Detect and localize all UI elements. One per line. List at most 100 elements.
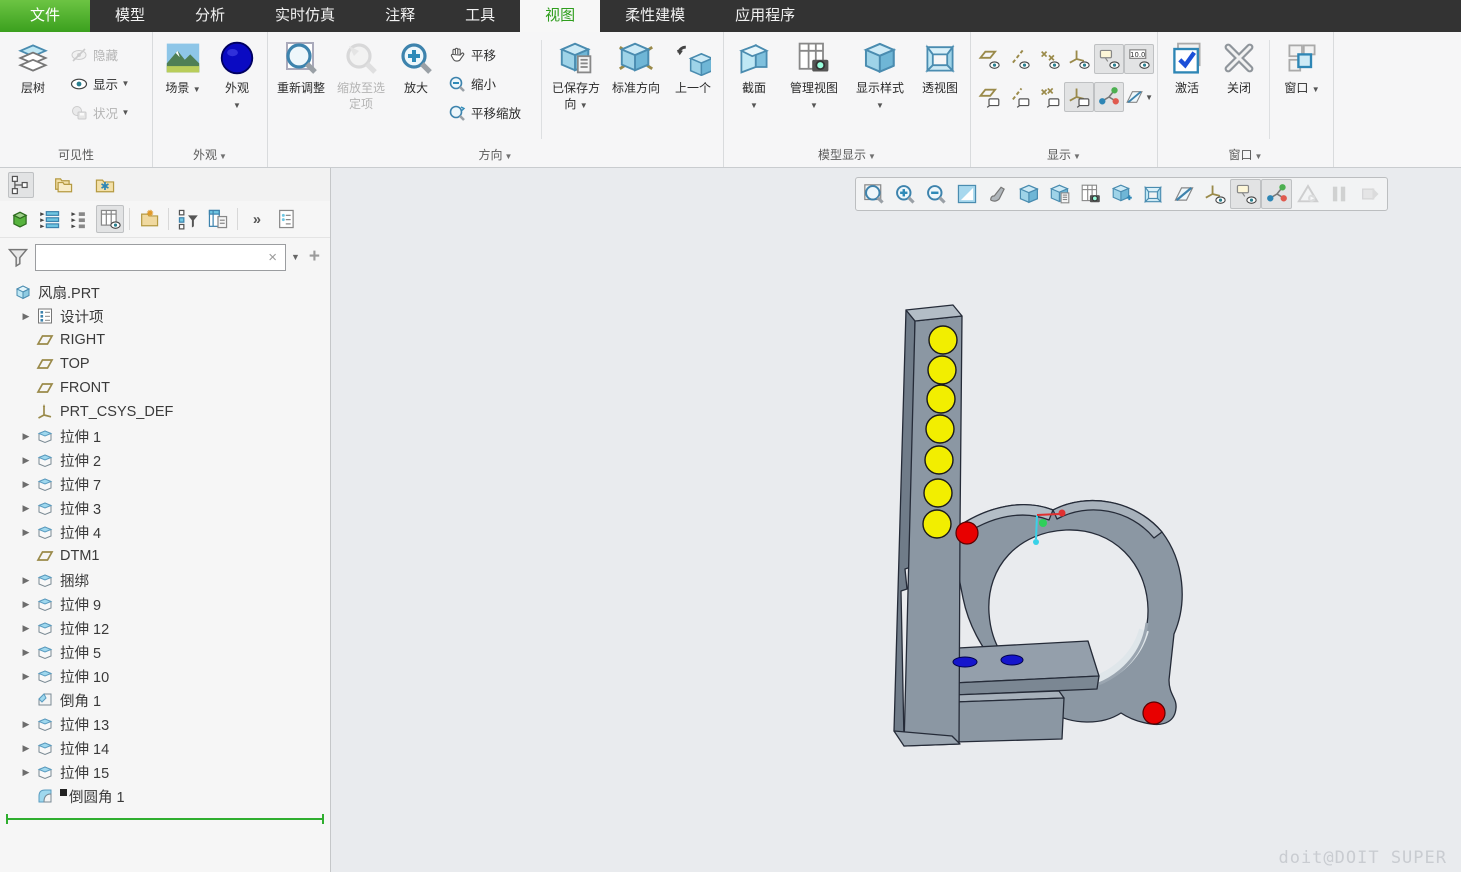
active-model-button[interactable] [6, 205, 34, 233]
csys-tag-toggle[interactable] [1064, 82, 1094, 112]
expand-arrow-icon[interactable]: ▶ [16, 431, 36, 442]
standard-orientation-button[interactable]: 标准方向 [606, 34, 666, 138]
expand-arrow-icon[interactable]: ▶ [16, 719, 36, 730]
expand-arrow-icon[interactable]: ▶ [16, 671, 36, 682]
menu-tab-柔性建模[interactable]: 柔性建模 [600, 0, 710, 32]
tree-item-拉伸 12[interactable]: ▶拉伸 12 [0, 616, 330, 640]
windows-button[interactable]: 窗口 ▼ [1274, 34, 1330, 138]
section-button[interactable]: 截面▼ [727, 34, 781, 138]
display-style-brush-button[interactable] [982, 179, 1013, 209]
collapse-list-button[interactable] [66, 205, 94, 233]
csys-display-toggle[interactable] [1064, 44, 1094, 74]
filter-dropdown-icon[interactable]: ▼ [291, 252, 300, 262]
repaint-button[interactable] [951, 179, 982, 209]
copy-table-button[interactable] [204, 205, 232, 233]
zoom-in-button[interactable]: 放大 [391, 34, 441, 138]
exit-button[interactable] [1354, 179, 1385, 209]
expand-arrow-icon[interactable]: ▶ [16, 575, 36, 586]
tree-item-拉伸 9[interactable]: ▶拉伸 9 [0, 592, 330, 616]
model-3d-fan-bracket[interactable] [331, 168, 1461, 872]
model-tree-tab[interactable] [8, 172, 34, 198]
add-filter-icon[interactable]: + [305, 246, 324, 268]
tree-search-input[interactable] [42, 250, 266, 265]
tree-item-PRT_CSYS_DEF[interactable]: PRT_CSYS_DEF [0, 400, 330, 424]
filter-tree-button[interactable] [174, 205, 202, 233]
pan-zoom-button[interactable]: 平移缩放 [441, 98, 537, 127]
expand-arrow-icon[interactable]: ▶ [16, 455, 36, 466]
appearance-group-label[interactable]: 外观▼ [156, 145, 264, 167]
tree-item-捆绑[interactable]: ▶捆绑 [0, 568, 330, 592]
display-style-button[interactable]: 显示样式▼ [847, 34, 913, 138]
tree-filters-button[interactable]: ✹ [135, 205, 163, 233]
expand-arrow-icon[interactable]: ▶ [16, 623, 36, 634]
tree-item-RIGHT[interactable]: RIGHT [0, 328, 330, 352]
expand-list-button[interactable] [36, 205, 64, 233]
tree-item-DTM1[interactable]: DTM1 [0, 544, 330, 568]
expand-arrow-icon[interactable]: ▶ [16, 479, 36, 490]
tree-item-FRONT[interactable]: FRONT [0, 376, 330, 400]
spin-center-button[interactable] [1261, 179, 1292, 209]
tree-item-拉伸 2[interactable]: ▶拉伸 2 [0, 448, 330, 472]
display-style-cube-button[interactable] [1013, 179, 1044, 209]
tree-item-风扇.PRT[interactable]: 风扇.PRT [0, 280, 330, 304]
graphics-viewport[interactable]: doit@DOIT SUPER [331, 168, 1461, 872]
show-button[interactable]: 显示 ▼ [63, 69, 149, 98]
orientation-group-label[interactable]: 方向▼ [271, 145, 720, 167]
expand-arrow-icon[interactable]: ▶ [16, 743, 36, 754]
zoom-out-button[interactable]: 缩小 [441, 69, 537, 98]
tree-item-倒角 1[interactable]: 倒角 1 [0, 688, 330, 712]
tree-item-设计项[interactable]: ▶设计项 [0, 304, 330, 328]
tree-item-拉伸 7[interactable]: ▶拉伸 7 [0, 472, 330, 496]
axis-display-toggle[interactable] [1004, 44, 1034, 74]
point-display-toggle[interactable] [1034, 44, 1064, 74]
zoom-in-button[interactable] [889, 179, 920, 209]
manage-views-button[interactable]: 管理视图▼ [781, 34, 847, 138]
tree-columns-button[interactable] [96, 205, 124, 233]
pause-button[interactable] [1323, 179, 1354, 209]
refit-button[interactable] [858, 179, 889, 209]
annotation-display-toggle[interactable] [1094, 44, 1124, 74]
tree-item-拉伸 13[interactable]: ▶拉伸 13 [0, 712, 330, 736]
expand-arrow-icon[interactable]: ▶ [16, 647, 36, 658]
perspective-button[interactable]: 透视图 [913, 34, 967, 138]
clear-search-icon[interactable]: × [266, 249, 279, 266]
favorites-tab[interactable]: ✱ [92, 172, 118, 198]
section-button[interactable] [1168, 179, 1199, 209]
menu-tab-分析[interactable]: 分析 [170, 0, 250, 32]
tree-item-TOP[interactable]: TOP [0, 352, 330, 376]
pan-button[interactable]: 平移 [441, 40, 537, 69]
layer-tree-button[interactable]: 层树 [3, 34, 63, 138]
hide-button[interactable]: 隐藏 [63, 40, 149, 69]
more-button[interactable]: » [243, 205, 271, 233]
saved-orientations-button[interactable]: 已保存方向 ▼ [546, 34, 606, 138]
tree-item-拉伸 15[interactable]: ▶拉伸 15 [0, 760, 330, 784]
menu-tab-模型[interactable]: 模型 [90, 0, 170, 32]
view-manager-button[interactable] [1075, 179, 1106, 209]
spin-center-toggle[interactable] [1094, 82, 1124, 112]
plane-display-toggle[interactable] [974, 44, 1004, 74]
dimension-display-toggle[interactable]: 10.0 [1124, 44, 1154, 74]
folder-browser-tab[interactable] [50, 172, 76, 198]
status-button[interactable]: 状况 ▼ [63, 98, 149, 127]
tree-item-拉伸 3[interactable]: ▶拉伸 3 [0, 496, 330, 520]
plane-tag-toggle[interactable] [974, 82, 1004, 112]
datum-display-button[interactable] [1199, 179, 1230, 209]
expand-arrow-icon[interactable]: ▶ [16, 527, 36, 538]
section-display-toggle[interactable]: ▼ [1124, 82, 1154, 112]
simulate-button[interactable] [1292, 179, 1323, 209]
menu-tab-实时仿真[interactable]: 实时仿真 [250, 0, 360, 32]
point-tag-toggle[interactable] [1034, 82, 1064, 112]
expand-arrow-icon[interactable]: ▶ [16, 503, 36, 514]
show-group-label[interactable]: 显示▼ [974, 145, 1154, 167]
saved-orientations-button[interactable] [1044, 179, 1075, 209]
expand-arrow-icon[interactable]: ▶ [16, 767, 36, 778]
appearance-button[interactable]: 外观▼ [210, 34, 264, 138]
tree-item-拉伸 14[interactable]: ▶拉伸 14 [0, 736, 330, 760]
menu-tab-应用程序[interactable]: 应用程序 [710, 0, 820, 32]
expand-arrow-icon[interactable]: ▶ [16, 599, 36, 610]
settings-doc-button[interactable] [273, 205, 301, 233]
scene-button[interactable]: 场景 ▼ [156, 34, 210, 138]
tree-item-拉伸 4[interactable]: ▶拉伸 4 [0, 520, 330, 544]
zoom-out-button[interactable] [920, 179, 951, 209]
zoom-to-selected-button[interactable]: 缩放至选定项 [331, 34, 391, 138]
